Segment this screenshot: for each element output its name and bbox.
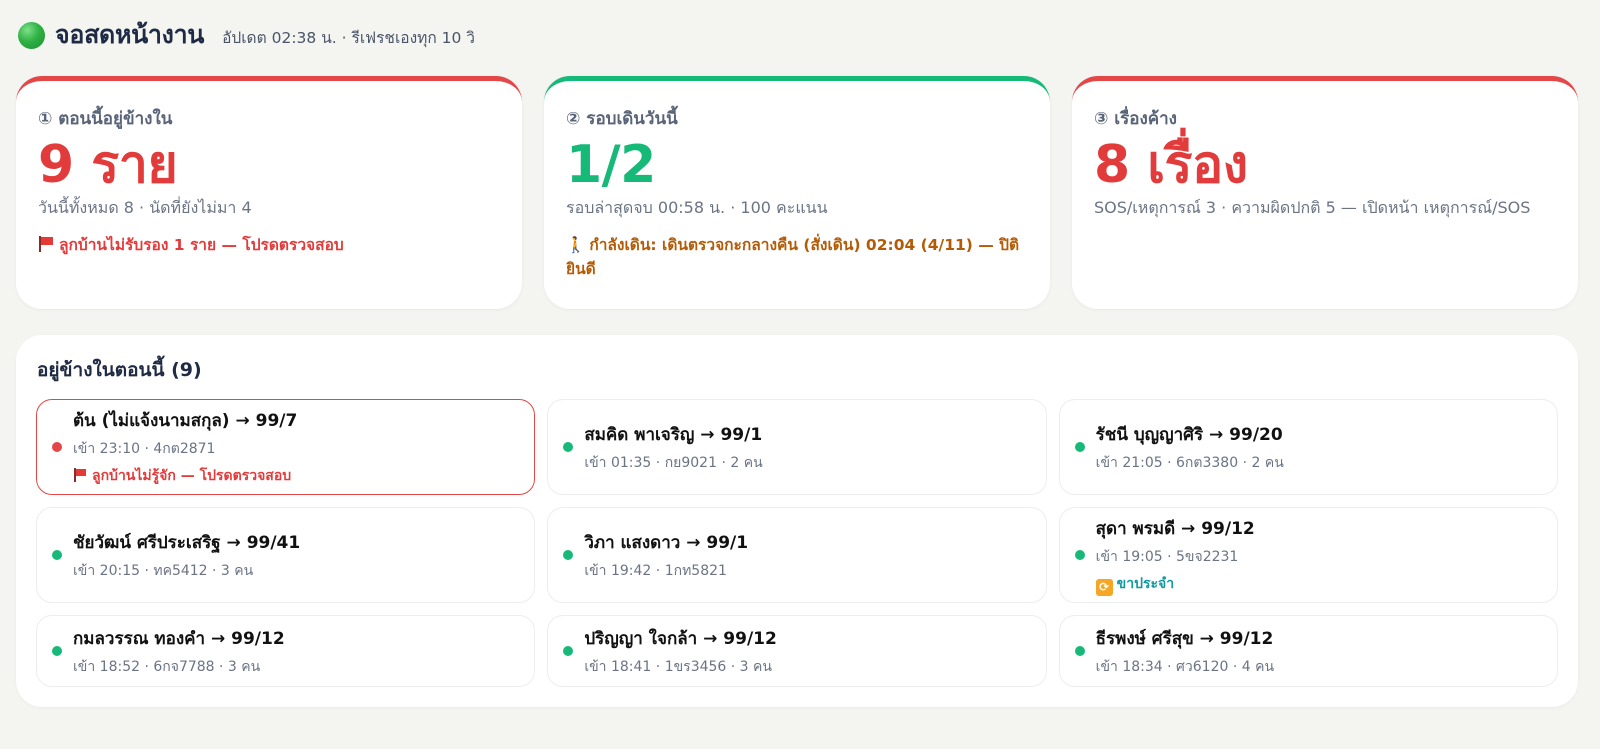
regular-visitor-text: ขาประจำ [1116, 575, 1175, 592]
status-dot-icon [563, 442, 574, 452]
status-dot-icon [1074, 646, 1085, 656]
visitor-warning: ลูกบ้านไม่รู้จัก — โปรดตรวจสอบ [73, 465, 522, 487]
visitor-card[interactable]: วิภา แสงดาว → 99/1 เข้า 19:42 · 1กท5821 [547, 507, 1047, 603]
visitor-meta: เข้า 19:05 · 5ขจ2231 [1095, 548, 1239, 565]
live-dashboard: จอสดหน้างาน อัปเดต 02:38 น. · รีเฟรชเองท… [0, 0, 1600, 749]
visitor-card[interactable]: ชัยวัฒน์ ศรีประเสริฐ → 99/41 เข้า 20:15 … [36, 507, 536, 603]
status-dot-icon [563, 646, 574, 656]
walking-person-icon: 🚶 [566, 236, 586, 255]
stat-alert-text: ลูกบ้านไม่รับรอง 1 ราย — โปรดตรวจสอบ [59, 236, 344, 255]
page-title: จอสดหน้างาน [55, 20, 205, 49]
visitor-meta: เข้า 18:34 · ศว6120 · 4 คน [1095, 658, 1275, 675]
visitor-card[interactable]: ปริญญา ใจกล้า → 99/12 เข้า 18:41 · 1ขร34… [547, 615, 1047, 687]
status-dot-icon [1074, 442, 1085, 452]
stat-label: ① ตอนนี้อยู่ข้างใน [38, 109, 173, 129]
visitor-card[interactable]: ธีรพงษ์ ศรีสุข → 99/12 เข้า 18:34 · ศว61… [1058, 615, 1558, 687]
visitor-name: สุดา พรมดี → 99/12 [1095, 518, 1255, 539]
stat-subtext: SOS/เหตุการณ์ 3 · ความผิดปกติ 5 — เปิดหน… [1094, 198, 1531, 218]
visitor-grid: ต้น (ไม่แจ้งนามสกุล) → 99/7 เข้า 23:10 ·… [36, 399, 1558, 687]
visitor-name: ต้น (ไม่แจ้งนามสกุล) → 99/7 [73, 411, 298, 431]
visitors-inside-panel: อยู่ข้างในตอนนี้ (9) ต้น (ไม่แจ้งนามสกุล… [16, 335, 1578, 707]
stat-alert-text: กำลังเดิน: เดินตรวจกะกลางคืน (สั่งเดิน) … [566, 236, 1020, 279]
visitor-card[interactable]: ต้น (ไม่แจ้งนามสกุล) → 99/7 เข้า 23:10 ·… [36, 399, 536, 495]
visitor-name: ธีรพงษ์ ศรีสุข → 99/12 [1095, 628, 1274, 649]
visitor-meta: เข้า 01:35 · กย9021 · 2 คน [584, 454, 763, 471]
visitor-meta: เข้า 18:41 · 1ขร3456 · 3 คน [584, 658, 772, 675]
visitor-card[interactable]: สมคิด พาเจริญ → 99/1 เข้า 01:35 · กย9021… [547, 399, 1047, 495]
stat-card-inside-now[interactable]: ① ตอนนี้อยู่ข้างใน 9 ราย วันนี้ทั้งหมด 8… [16, 76, 522, 309]
status-dot-icon [563, 550, 574, 560]
visitor-card[interactable]: กมลวรรณ ทองคำ → 99/12 เข้า 18:52 · 6กจ77… [36, 615, 536, 687]
stat-alert: 🚶 กำลังเดิน: เดินตรวจกะกลางคืน (สั่งเดิน)… [566, 233, 1028, 281]
visitor-name: ชัยวัฒน์ ศรีประเสริฐ → 99/41 [73, 532, 301, 553]
stat-subtext: รอบล่าสุดจบ 00:58 น. · 100 คะแนน [566, 198, 828, 218]
visitor-warning-text: ลูกบ้านไม่รู้จัก — โปรดตรวจสอบ [92, 468, 292, 484]
status-dot-icon [52, 550, 62, 560]
stat-alert: ลูกบ้านไม่รับรอง 1 ราย — โปรดตรวจสอบ [38, 233, 500, 257]
visitor-meta: เข้า 23:10 · 4กต2871 [73, 441, 216, 457]
green-circle-icon [18, 21, 45, 49]
visitor-card[interactable]: สุดา พรมดี → 99/12 เข้า 19:05 · 5ขจ2231 … [1058, 507, 1558, 603]
status-dot-icon [52, 646, 62, 656]
status-dot-icon [52, 442, 62, 452]
visitor-name: รัชนี บุญญาศิริ → 99/20 [1095, 424, 1283, 445]
red-flag-icon [73, 468, 87, 482]
status-dot-icon [1074, 550, 1085, 560]
stat-value: 8 เรื่อง [1094, 135, 1248, 195]
page-header: จอสดหน้างาน อัปเดต 02:38 น. · รีเฟรชเองท… [16, 0, 1578, 70]
stat-card-pending-issues[interactable]: ③ เรื่องค้าง 8 เรื่อง SOS/เหตุการณ์ 3 · … [1072, 76, 1578, 309]
visitor-meta: เข้า 21:05 · 6กต3380 · 2 คน [1095, 454, 1284, 471]
visitor-name: สมคิด พาเจริญ → 99/1 [584, 424, 763, 445]
stat-cards: ① ตอนนี้อยู่ข้างใน 9 ราย วันนี้ทั้งหมด 8… [16, 76, 1578, 309]
visitor-card[interactable]: รัชนี บุญญาศิริ → 99/20 เข้า 21:05 · 6กต… [1058, 399, 1558, 495]
stat-value: 9 ราย [38, 135, 178, 195]
visitor-meta: เข้า 20:15 · ทค5412 · 3 คน [73, 562, 254, 579]
update-status: อัปเดต 02:38 น. · รีเฟรชเองทุก 10 วิ [222, 29, 476, 47]
repeat-icon: ⟳ [1095, 578, 1113, 596]
visitor-name: กมลวรรณ ทองคำ → 99/12 [73, 628, 285, 649]
stat-card-patrol-rounds[interactable]: ② รอบเดินวันนี้ 1/2 รอบล่าสุดจบ 00:58 น.… [544, 76, 1050, 309]
stat-subtext: วันนี้ทั้งหมด 8 · นัดที่ยังไม่มา 4 [38, 198, 252, 218]
stat-label: ② รอบเดินวันนี้ [566, 109, 678, 129]
visitor-meta: เข้า 18:52 · 6กจ7788 · 3 คน [73, 658, 261, 675]
stat-value: 1/2 [566, 135, 656, 195]
red-flag-icon [38, 236, 54, 253]
visitor-meta: เข้า 19:42 · 1กท5821 [584, 562, 727, 579]
visitor-name: ปริญญา ใจกล้า → 99/12 [584, 628, 777, 649]
stat-label: ③ เรื่องค้าง [1094, 109, 1177, 129]
visitor-name: วิภา แสงดาว → 99/1 [584, 532, 749, 553]
regular-visitor-badge: ⟳ ขาประจำ [1095, 573, 1545, 596]
panel-title: อยู่ข้างในตอนนี้ (9) [37, 359, 202, 381]
